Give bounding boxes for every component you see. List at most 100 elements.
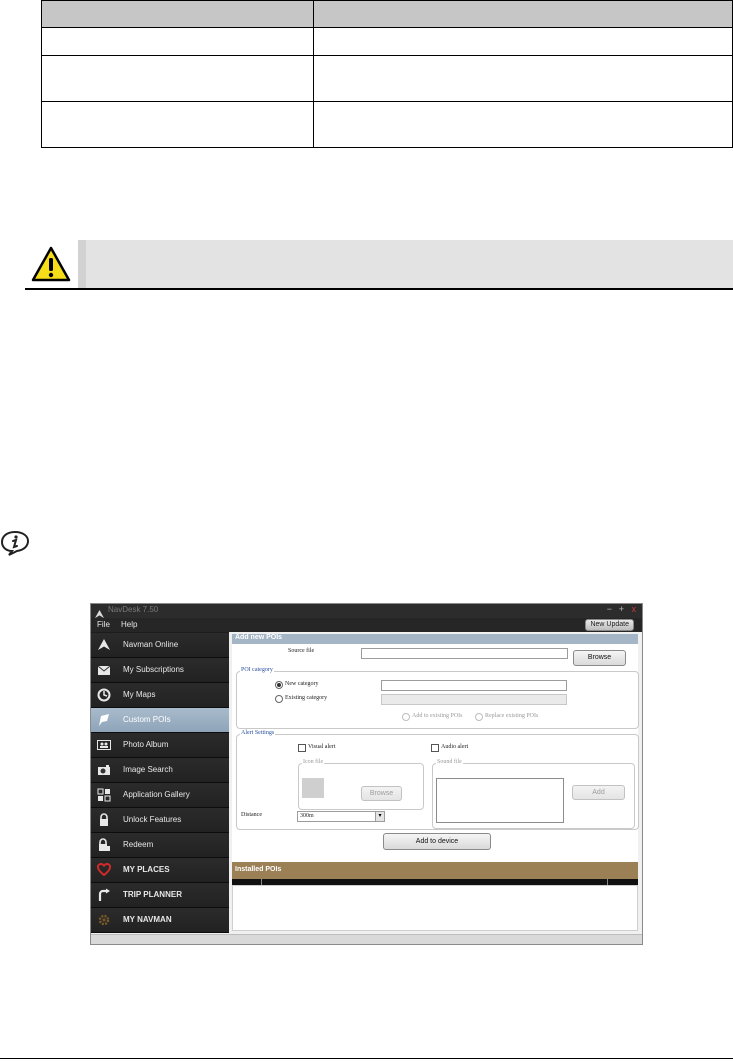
window-title: NavDesk 7.50: [108, 605, 159, 614]
heart-icon: [97, 862, 111, 877]
installed-pois-title: Installed POIs: [235, 866, 282, 873]
existing-category-select[interactable]: [381, 694, 567, 705]
sidebar-item-label: Redeem: [123, 840, 154, 849]
compass-icon: [97, 688, 111, 702]
sidebar-item-label: MY NAVMAN: [123, 915, 172, 924]
sidebar-item-application-gallery[interactable]: Application Gallery: [91, 783, 229, 808]
sidebar-item-label: My Maps: [123, 690, 156, 699]
menu-help[interactable]: Help: [121, 620, 137, 629]
warning-note: [25, 240, 733, 290]
audio-alert-label: Audio alert: [441, 744, 469, 750]
poi-category-legend: POI category: [240, 667, 274, 673]
route-icon: [97, 888, 111, 902]
table-cell: [41, 55, 314, 102]
gear-icon: [97, 913, 111, 927]
sidebar-item-my-maps[interactable]: My Maps: [91, 683, 229, 708]
existing-category-radio[interactable]: [275, 695, 283, 703]
icon-preview: [302, 778, 324, 798]
add-new-pois-header: Add new POIs: [232, 634, 638, 644]
title-bar: NavDesk 7.50 − + x: [91, 604, 642, 619]
sidebar-item-redeem[interactable]: Redeem: [91, 833, 229, 858]
status-bar: [91, 934, 642, 944]
sidebar: Navman Online My Subscriptions My Maps C…: [91, 632, 229, 933]
add-to-device-button[interactable]: Add to device: [383, 833, 491, 850]
sidebar-item-my-subscriptions[interactable]: My Subscriptions: [91, 658, 229, 683]
sidebar-item-label: Photo Album: [123, 740, 169, 749]
menu-file[interactable]: File: [97, 620, 110, 629]
footer-rule: [0, 1058, 733, 1059]
navdesk-window: NavDesk 7.50 − + x File Help New Update …: [90, 603, 643, 945]
new-category-label: New category: [285, 681, 319, 687]
sidebar-item-label: Navman Online: [123, 640, 179, 649]
new-category-input[interactable]: [381, 680, 567, 691]
replace-existing-label: Replace existing POIs: [485, 713, 539, 719]
sidebar-item-unlock-features[interactable]: Unlock Features: [91, 808, 229, 833]
sidebar-item-label: My Subscriptions: [123, 665, 184, 674]
camera-icon: [97, 763, 111, 777]
distance-value: 300m: [300, 813, 314, 819]
add-sound-button[interactable]: Add: [572, 785, 625, 800]
table-cell: [313, 55, 733, 102]
lock-icon: [97, 813, 111, 827]
maximize-button[interactable]: +: [619, 604, 624, 614]
table-row: [41, 27, 733, 56]
photo-album-icon: [97, 738, 111, 752]
sidebar-item-label: MY PLACES: [123, 865, 170, 874]
envelope-icon: [97, 663, 111, 677]
table-cell: [313, 27, 733, 56]
sidebar-item-image-search[interactable]: Image Search: [91, 758, 229, 783]
audio-alert-checkbox[interactable]: [431, 744, 439, 752]
sidebar-item-trip-planner[interactable]: TRIP PLANNER: [91, 883, 229, 908]
info-table: [41, 0, 733, 148]
sidebar-item-label: TRIP PLANNER: [123, 890, 182, 899]
icon-browse-button[interactable]: Browse: [361, 786, 402, 801]
sidebar-item-photo-album[interactable]: Photo Album: [91, 733, 229, 758]
sound-file-list[interactable]: [436, 778, 564, 823]
source-file-input[interactable]: [361, 648, 568, 659]
warning-text-area: [78, 240, 733, 288]
existing-category-label: Existing category: [285, 695, 328, 701]
sidebar-item-label: Application Gallery: [123, 790, 190, 799]
sidebar-item-my-places[interactable]: MY PLACES: [91, 858, 229, 883]
distance-label: Distance: [241, 812, 262, 818]
browse-button[interactable]: Browse: [573, 650, 626, 666]
warning-icon: [25, 240, 78, 288]
chevron-down-icon: ▾: [375, 812, 384, 821]
app-grid-icon: [97, 788, 111, 802]
icon-file-legend: Icon file: [302, 759, 325, 765]
add-to-existing-radio[interactable]: [402, 713, 410, 721]
table-cell: [41, 101, 314, 148]
table-cell: [41, 27, 314, 56]
new-update-button[interactable]: New Update: [585, 619, 634, 631]
source-file-label: Source file: [288, 648, 315, 654]
table-row: [41, 55, 733, 102]
custom-pois-panel: Add new POIs Source file Browse POI cate…: [232, 634, 639, 931]
add-to-existing-label: Add to existing POIs: [412, 713, 463, 719]
new-category-radio[interactable]: [275, 681, 283, 689]
installed-pois-header: Installed POIs: [232, 862, 638, 879]
sidebar-item-navman-online[interactable]: Navman Online: [91, 633, 229, 658]
table-header-row: [41, 0, 733, 28]
sound-file-legend: Sound file: [436, 759, 463, 765]
installed-pois-list[interactable]: [232, 885, 638, 931]
redeem-lock-icon: [97, 838, 111, 852]
warning-divider: [78, 240, 86, 288]
menu-bar: File Help: [91, 618, 642, 632]
sidebar-item-label: Custom POIs: [123, 715, 171, 724]
distance-select[interactable]: 300m ▾: [297, 811, 385, 822]
visual-alert-label: Visual alert: [308, 744, 336, 750]
table-cell: [313, 0, 733, 28]
table-cell: [41, 0, 314, 28]
replace-existing-radio[interactable]: [475, 713, 483, 721]
visual-alert-checkbox[interactable]: [298, 744, 306, 752]
sidebar-item-label: Image Search: [123, 765, 173, 774]
navman-logo-icon: [97, 638, 111, 652]
table-cell: [313, 101, 733, 148]
sidebar-item-label: Unlock Features: [123, 815, 182, 824]
close-button[interactable]: x: [632, 604, 637, 614]
sidebar-item-my-navman[interactable]: MY NAVMAN: [91, 908, 229, 933]
poi-flag-icon: [97, 713, 111, 727]
sidebar-item-custom-pois[interactable]: Custom POIs: [91, 708, 229, 733]
minimize-button[interactable]: −: [607, 604, 612, 614]
table-row: [41, 101, 733, 148]
